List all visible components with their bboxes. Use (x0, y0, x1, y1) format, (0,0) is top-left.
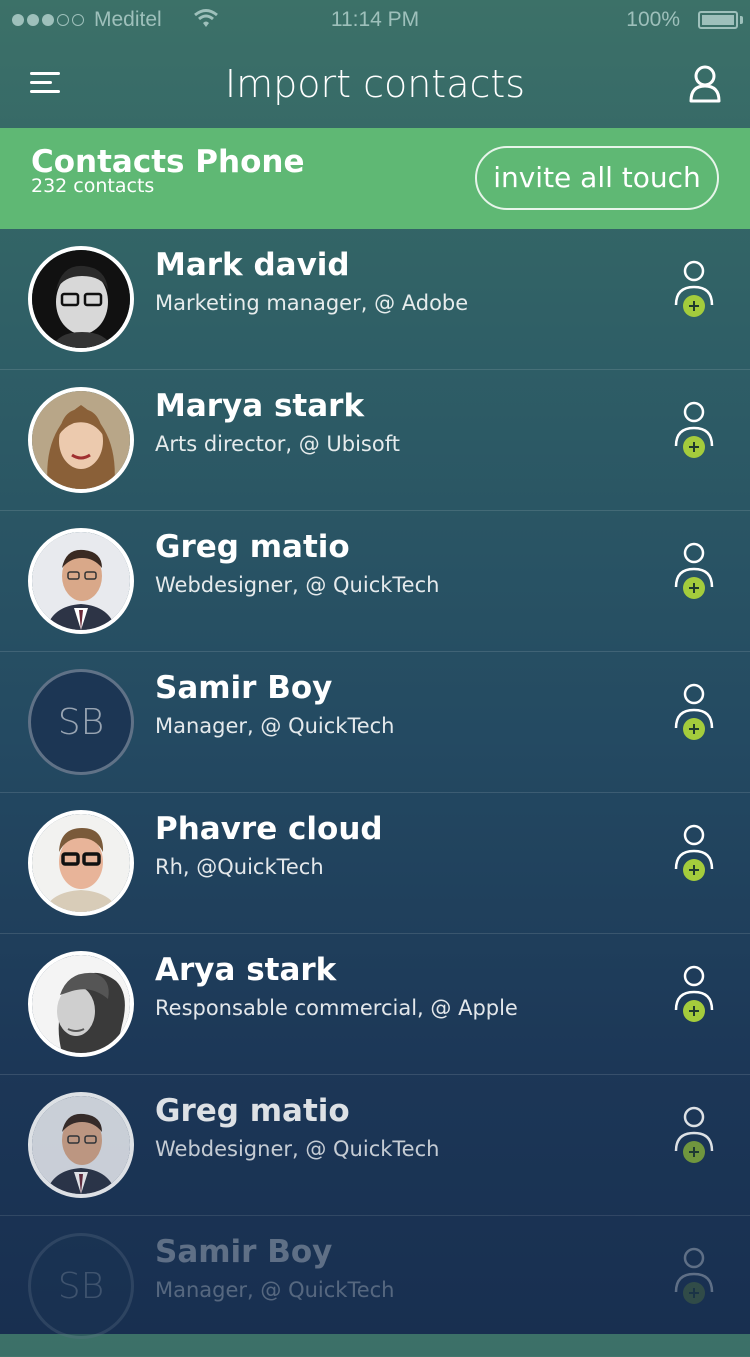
battery-percentage: 100% (626, 8, 680, 31)
contact-role: Rh, @QuickTech (155, 855, 324, 879)
contact-name: Greg matio (155, 529, 350, 565)
contact-row[interactable]: Phavre cloud Rh, @QuickTech (0, 793, 750, 934)
avatar (28, 1092, 134, 1198)
contacts-group-header: Contacts Phone 232 contacts invite all t… (0, 128, 750, 229)
contact-name: Greg matio (155, 1093, 350, 1129)
contact-row[interactable]: SB Samir Boy Manager, @ QuickTech (0, 1216, 750, 1357)
contact-role: Responsable commercial, @ Apple (155, 996, 518, 1020)
status-bar: Meditel 11:14 PM 100% (0, 0, 750, 42)
battery-icon (698, 11, 738, 29)
add-contact-icon[interactable] (672, 1246, 716, 1312)
contact-role: Marketing manager, @ Adobe (155, 291, 469, 315)
avatar (28, 387, 134, 493)
add-contact-icon[interactable] (672, 400, 716, 466)
contact-role: Manager, @ QuickTech (155, 714, 395, 738)
avatar-photo (32, 250, 130, 348)
contact-row[interactable]: Mark david Marketing manager, @ Adobe (0, 229, 750, 370)
avatar-initials: SB (28, 1233, 134, 1339)
contact-row[interactable]: Arya stark Responsable commercial, @ App… (0, 934, 750, 1075)
nav-bar: Import contacts (0, 42, 750, 128)
avatar-photo (32, 1096, 130, 1194)
invite-all-button[interactable]: invite all touch (475, 146, 719, 210)
avatar-initials: SB (28, 669, 134, 775)
add-contact-icon[interactable] (672, 682, 716, 748)
add-contact-icon[interactable] (672, 1105, 716, 1171)
contact-row[interactable]: Greg matio Webdesigner, @ QuickTech (0, 511, 750, 652)
avatar-photo (32, 532, 130, 630)
avatar (28, 528, 134, 634)
add-contact-icon[interactable] (672, 541, 716, 607)
avatar-photo (32, 814, 130, 912)
avatar (28, 810, 134, 916)
contact-name: Samir Boy (155, 1234, 333, 1270)
contact-list: Mark david Marketing manager, @ Adobe Ma… (0, 229, 750, 1357)
page-title: Import contacts (224, 62, 526, 106)
contact-name: Arya stark (155, 952, 337, 988)
contact-role: Webdesigner, @ QuickTech (155, 573, 440, 597)
contact-name: Samir Boy (155, 670, 333, 706)
avatar (28, 246, 134, 352)
contact-row[interactable]: SB Samir Boy Manager, @ QuickTech (0, 652, 750, 793)
contact-role: Webdesigner, @ QuickTech (155, 1137, 440, 1161)
contact-row[interactable]: Marya stark Arts director, @ Ubisoft (0, 370, 750, 511)
add-contact-icon[interactable] (672, 823, 716, 889)
group-count: 232 contacts (31, 175, 155, 197)
contact-name: Marya stark (155, 388, 365, 424)
avatar-photo (32, 391, 130, 489)
profile-icon[interactable] (688, 64, 722, 104)
contact-name: Mark david (155, 247, 350, 283)
contact-name: Phavre cloud (155, 811, 383, 847)
contact-row[interactable]: Greg matio Webdesigner, @ QuickTech (0, 1075, 750, 1216)
contact-role: Manager, @ QuickTech (155, 1278, 395, 1302)
avatar (28, 951, 134, 1057)
avatar-photo (32, 955, 130, 1053)
add-contact-icon[interactable] (672, 964, 716, 1030)
contact-role: Arts director, @ Ubisoft (155, 432, 400, 456)
add-contact-icon[interactable] (672, 259, 716, 325)
